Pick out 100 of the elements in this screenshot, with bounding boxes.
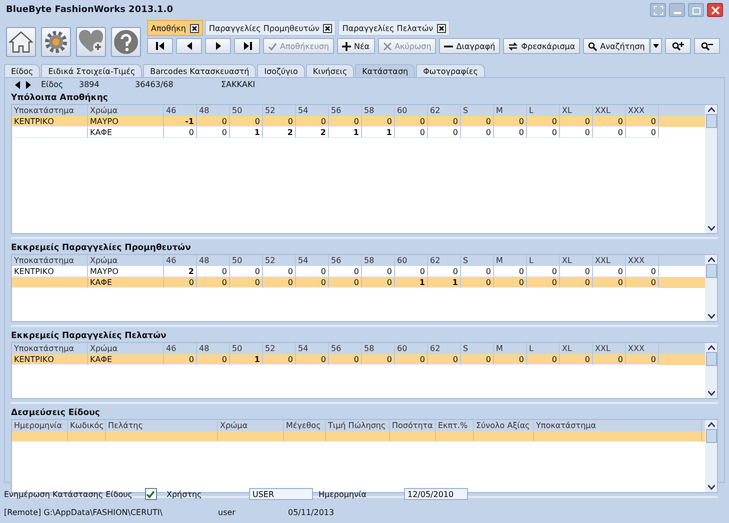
cross-icon	[382, 42, 392, 50]
tab[interactable]: Ισοζύγιο	[257, 64, 305, 77]
update-status-label: Ενημέρωση Κατάστασης Είδους	[4, 490, 132, 498]
table-row[interactable]: ΚΑΦΕ 0 0 1 2 2 1 1 0 0 0 0 0 0 0 0	[12, 127, 705, 138]
tab[interactable]: Κινήσεις	[306, 64, 354, 77]
scroll-up-icon[interactable]	[708, 422, 714, 427]
zoom-in-button[interactable]	[664, 38, 691, 54]
tab[interactable]: Κατάσταση	[355, 64, 416, 77]
scroll-up-icon[interactable]	[708, 345, 714, 350]
table-cell: 0	[527, 116, 560, 127]
column-header[interactable]: S	[461, 255, 494, 266]
scroll-up-icon[interactable]	[708, 257, 714, 262]
table-cell: 0	[560, 116, 593, 127]
scroll-thumb[interactable]	[706, 114, 716, 128]
table-cell: 0	[461, 277, 494, 288]
caret-icon	[652, 44, 659, 48]
scroll-down-icon[interactable]	[708, 391, 714, 396]
close-button[interactable]	[707, 3, 723, 17]
scroll-thumb[interactable]	[706, 264, 716, 278]
item-code: 36463/68	[135, 80, 174, 89]
last-record-button[interactable]	[234, 38, 260, 54]
column-header[interactable]: L	[527, 255, 560, 266]
action-button[interactable]: Νέα	[336, 38, 375, 54]
scrollbar[interactable]	[705, 420, 717, 492]
column-header[interactable]: 52	[263, 255, 296, 266]
scroll-thumb[interactable]	[706, 352, 716, 366]
column-header[interactable]: Υποκατάστημα	[12, 255, 88, 266]
table-cell: 0	[197, 116, 230, 127]
action-button[interactable]: Αναζήτηση	[583, 38, 650, 54]
item-name: ΣΑΚΚΑΚΙ	[221, 80, 256, 89]
tab[interactable]: Ειδικά Στοιχεία-Τιμές	[41, 64, 142, 77]
table-cell: 0	[494, 354, 527, 365]
close-icon[interactable]	[190, 24, 199, 32]
action-button[interactable]: Διαγραφή	[439, 38, 500, 54]
close-icon[interactable]	[437, 24, 446, 32]
column-header[interactable]: XXX	[626, 255, 659, 266]
close-icon[interactable]	[323, 24, 332, 32]
previous-icon[interactable]	[15, 80, 20, 88]
table-cell: ΚΑΦΕ	[88, 354, 164, 365]
column-header[interactable]: 60	[395, 255, 428, 266]
user-field[interactable]: USER	[248, 488, 312, 500]
action-button[interactable]: Φρεσκάρισμα	[503, 38, 580, 54]
favorite-add-button[interactable]	[76, 27, 106, 57]
document-tab[interactable]: Παραγγελίες Πελατών	[338, 20, 450, 36]
scroll-up-icon[interactable]	[708, 107, 714, 112]
zoom-out-button[interactable]	[694, 38, 720, 54]
home-button[interactable]	[6, 27, 36, 57]
heart-plus-icon	[78, 30, 104, 54]
column-header[interactable]: Χρώμα	[88, 255, 164, 266]
table-cell: 0	[164, 277, 197, 288]
date-field[interactable]: 12/05/2010	[404, 488, 468, 500]
status-user: user	[218, 508, 236, 516]
help-button[interactable]	[111, 27, 141, 57]
table-row[interactable]: ΚΕΝΤΡΙΚΟ ΚΑΦΕ 0 0 1 0 0 0 0 0 0 0 0 0 0 0 0	[12, 354, 705, 365]
section-title: Δεσμεύσεις Είδους	[11, 408, 101, 419]
scroll-down-icon[interactable]	[708, 314, 714, 319]
table-cell: 0	[593, 116, 626, 127]
table-cell: 0	[164, 127, 197, 138]
table-cell: 0	[230, 116, 263, 127]
table-cell: 0	[362, 116, 395, 127]
column-header[interactable]: XL	[560, 255, 593, 266]
column-header[interactable]: 50	[230, 255, 263, 266]
previous-record-button[interactable]	[176, 38, 202, 54]
checkbox[interactable]	[144, 488, 156, 500]
table-cell: 0	[527, 354, 560, 365]
tab[interactable]: Barcodes Κατασκευαστή	[143, 64, 256, 77]
table-cell: 0	[395, 116, 428, 127]
document-tab[interactable]: Αποθήκη	[147, 20, 203, 36]
minimize-button[interactable]	[669, 3, 685, 17]
fullscreen-button[interactable]	[650, 3, 666, 17]
column-header[interactable]: 56	[329, 255, 362, 266]
dropdown-button[interactable]	[650, 38, 662, 54]
document-tab[interactable]: Παραγγελίες Προμηθευτών	[204, 20, 336, 36]
scrollbar[interactable]	[705, 255, 717, 321]
scrollbar[interactable]	[705, 343, 717, 398]
table-row[interactable]: ΚΕΝΤΡΙΚΟ ΜΑΥΡΟ -1 0 0 0 0 0 0 0 0 0 0 0 0 0 0	[12, 116, 705, 127]
next-icon[interactable]	[26, 80, 31, 88]
table-cell: 0	[626, 127, 659, 138]
table-row[interactable]: ΚΑΦΕ 0 0 0 0 0 0 0 1 1 0 0 0 0 0 0	[12, 277, 705, 288]
next-record-button[interactable]	[205, 38, 231, 54]
settings-button[interactable]	[41, 27, 71, 57]
column-header[interactable]: M	[494, 255, 527, 266]
table-cell: 0	[626, 277, 659, 288]
scroll-down-icon[interactable]	[708, 226, 714, 231]
table-cell: 0	[329, 354, 362, 365]
table-cell: 0	[527, 277, 560, 288]
column-header[interactable]: 46	[164, 255, 197, 266]
scroll-down-icon[interactable]	[708, 485, 714, 490]
table-cell: 0	[197, 277, 230, 288]
first-record-button[interactable]	[147, 38, 173, 54]
section-title: Εκκρεμείς Παραγγελίες Πελατών	[11, 331, 168, 342]
column-header[interactable]: 62	[428, 255, 461, 266]
column-header[interactable]: 58	[362, 255, 395, 266]
column-header[interactable]: 54	[296, 255, 329, 266]
scroll-thumb[interactable]	[706, 429, 716, 443]
tab[interactable]: Είδος	[4, 64, 40, 77]
scrollbar[interactable]	[705, 105, 717, 233]
column-header[interactable]: XXL	[593, 255, 626, 266]
tab[interactable]: Φωτογραφίες	[416, 64, 485, 77]
column-header[interactable]: 48	[197, 255, 230, 266]
